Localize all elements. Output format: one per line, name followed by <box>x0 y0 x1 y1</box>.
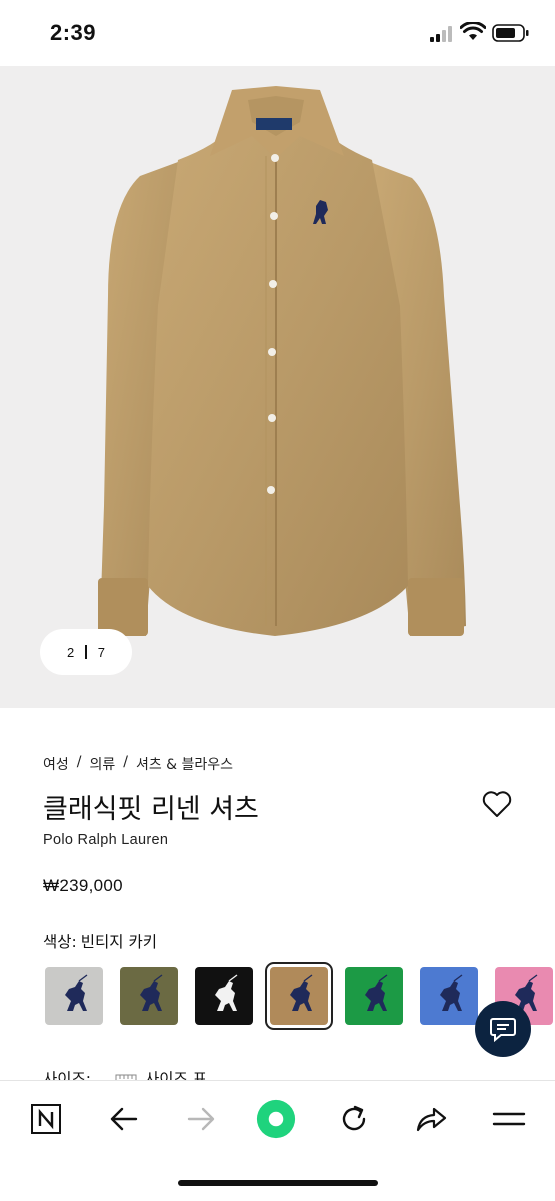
menu-icon <box>492 1112 526 1126</box>
product-image[interactable]: 2 7 <box>0 66 555 708</box>
color-swatch-grey[interactable] <box>45 967 103 1025</box>
back-button[interactable] <box>104 1099 144 1139</box>
polo-pony-icon <box>215 974 238 1011</box>
battery-icon <box>492 24 529 42</box>
polo-pony-icon <box>440 974 463 1011</box>
gallery-total: 7 <box>97 644 105 660</box>
breadcrumb-sep: / <box>76 754 82 770</box>
forward-arrow-icon <box>187 1107 215 1131</box>
wishlist-heart-icon[interactable] <box>482 790 512 818</box>
chat-bubble-icon <box>490 1018 516 1042</box>
breadcrumb-women[interactable]: 여성 <box>43 754 69 774</box>
home-indicator <box>178 1180 378 1186</box>
color-swatch-black[interactable] <box>195 967 253 1025</box>
color-selected-name: 빈티지 카키 <box>80 933 157 951</box>
color-label-prefix: 색상: <box>43 933 77 951</box>
chat-button[interactable] <box>475 1001 531 1057</box>
back-arrow-icon <box>110 1107 138 1131</box>
gallery-current: 2 <box>67 644 75 660</box>
shirt-image <box>98 86 466 636</box>
polo-pony-icon <box>65 974 88 1011</box>
breadcrumb: 여성 / 의류 / 셔츠 & 블라우스 <box>43 754 233 774</box>
forward-button[interactable] <box>181 1099 221 1139</box>
clock: 2:39 <box>50 20 97 45</box>
color-label: 색상: 빈티지 카키 <box>43 930 157 952</box>
refresh-icon <box>342 1105 366 1131</box>
home-dot-icon <box>256 1099 296 1139</box>
breadcrumb-sep: / <box>123 754 128 770</box>
polo-pony-icon <box>290 974 313 1011</box>
breadcrumb-clothing[interactable]: 의류 <box>89 754 115 774</box>
home-button[interactable] <box>256 1099 296 1139</box>
color-swatch-green[interactable] <box>345 967 403 1025</box>
breadcrumb-shirts-blouses[interactable]: 셔츠 & 블라우스 <box>136 754 233 774</box>
signal-icon <box>430 26 452 42</box>
gallery-divider <box>85 645 87 659</box>
menu-button[interactable] <box>489 1099 529 1139</box>
color-swatch-blue[interactable] <box>420 967 478 1025</box>
polo-pony-icon <box>140 974 163 1011</box>
product-title: 클래식핏 리넨 셔츠 <box>43 794 259 825</box>
product-price: ₩239,000 <box>43 876 123 895</box>
n-logo-button[interactable] <box>26 1099 66 1139</box>
color-swatch-olive[interactable] <box>120 967 178 1025</box>
share-button[interactable] <box>411 1099 451 1139</box>
gallery-counter[interactable]: 2 7 <box>40 629 132 675</box>
status-bar: 2:39 <box>0 0 555 66</box>
wifi-icon <box>460 22 486 40</box>
share-icon <box>416 1107 447 1132</box>
product-brand[interactable]: Polo Ralph Lauren <box>43 832 168 848</box>
n-logo-icon <box>31 1104 61 1134</box>
refresh-button[interactable] <box>334 1099 374 1139</box>
color-swatch-vintage-khaki[interactable] <box>265 962 333 1030</box>
polo-pony-icon <box>365 974 388 1011</box>
